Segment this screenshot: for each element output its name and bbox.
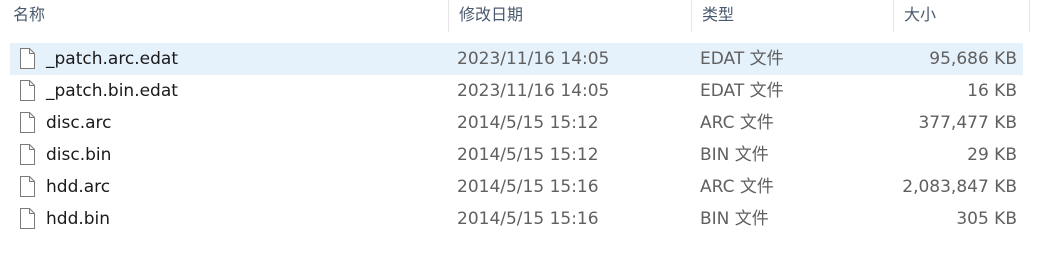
file-type: EDAT 文件	[700, 81, 784, 101]
file-date-modified: 2014/5/15 15:12	[457, 145, 599, 165]
file-type: EDAT 文件	[700, 49, 784, 69]
column-header-size[interactable]: 大小	[893, 0, 1029, 32]
file-type: ARC 文件	[700, 177, 774, 197]
column-header-type[interactable]: 类型	[691, 0, 893, 32]
file-list-view: 名称 修改日期 类型 大小 _patch.arc.edat 2023/11/16…	[0, 0, 1038, 253]
file-row[interactable]: hdd.arc 2014/5/15 15:16 ARC 文件 2,083,847…	[10, 171, 1023, 203]
file-row[interactable]: hdd.bin 2014/5/15 15:16 BIN 文件 305 KB	[10, 203, 1023, 235]
file-row[interactable]: _patch.arc.edat 2023/11/16 14:05 EDAT 文件…	[10, 43, 1023, 75]
file-name: _patch.arc.edat	[46, 49, 179, 69]
column-header-filler	[1029, 0, 1038, 32]
file-row[interactable]: _patch.bin.edat 2023/11/16 14:05 EDAT 文件…	[10, 75, 1023, 107]
generic-file-icon	[20, 208, 35, 229]
column-header-name[interactable]: 名称	[5, 0, 448, 32]
column-header-bar: 名称 修改日期 类型 大小	[0, 0, 1038, 32]
file-date-modified: 2014/5/15 15:16	[457, 177, 599, 197]
file-type: ARC 文件	[700, 113, 774, 133]
file-size: 95,686 KB	[929, 49, 1017, 69]
file-size: 16 KB	[967, 81, 1017, 101]
file-date-modified: 2023/11/16 14:05	[457, 49, 610, 69]
file-name: _patch.bin.edat	[46, 81, 178, 101]
file-size: 29 KB	[967, 145, 1017, 165]
file-name: hdd.arc	[46, 177, 111, 197]
generic-file-icon	[20, 144, 35, 165]
file-type: BIN 文件	[700, 145, 769, 165]
file-type: BIN 文件	[700, 209, 769, 229]
file-date-modified: 2014/5/15 15:16	[457, 209, 599, 229]
generic-file-icon	[20, 80, 35, 101]
file-name: disc.bin	[46, 145, 112, 165]
file-size: 377,477 KB	[918, 113, 1017, 133]
file-row[interactable]: disc.arc 2014/5/15 15:12 ARC 文件 377,477 …	[10, 107, 1023, 139]
file-name: disc.arc	[46, 113, 112, 133]
generic-file-icon	[20, 112, 35, 133]
generic-file-icon	[20, 48, 35, 69]
file-date-modified: 2023/11/16 14:05	[457, 81, 610, 101]
column-header-date-modified[interactable]: 修改日期	[448, 0, 691, 32]
file-row[interactable]: disc.bin 2014/5/15 15:12 BIN 文件 29 KB	[10, 139, 1023, 171]
file-name: hdd.bin	[46, 209, 111, 229]
file-size: 2,083,847 KB	[902, 177, 1017, 197]
file-size: 305 KB	[956, 209, 1017, 229]
file-date-modified: 2014/5/15 15:12	[457, 113, 599, 133]
generic-file-icon	[20, 176, 35, 197]
